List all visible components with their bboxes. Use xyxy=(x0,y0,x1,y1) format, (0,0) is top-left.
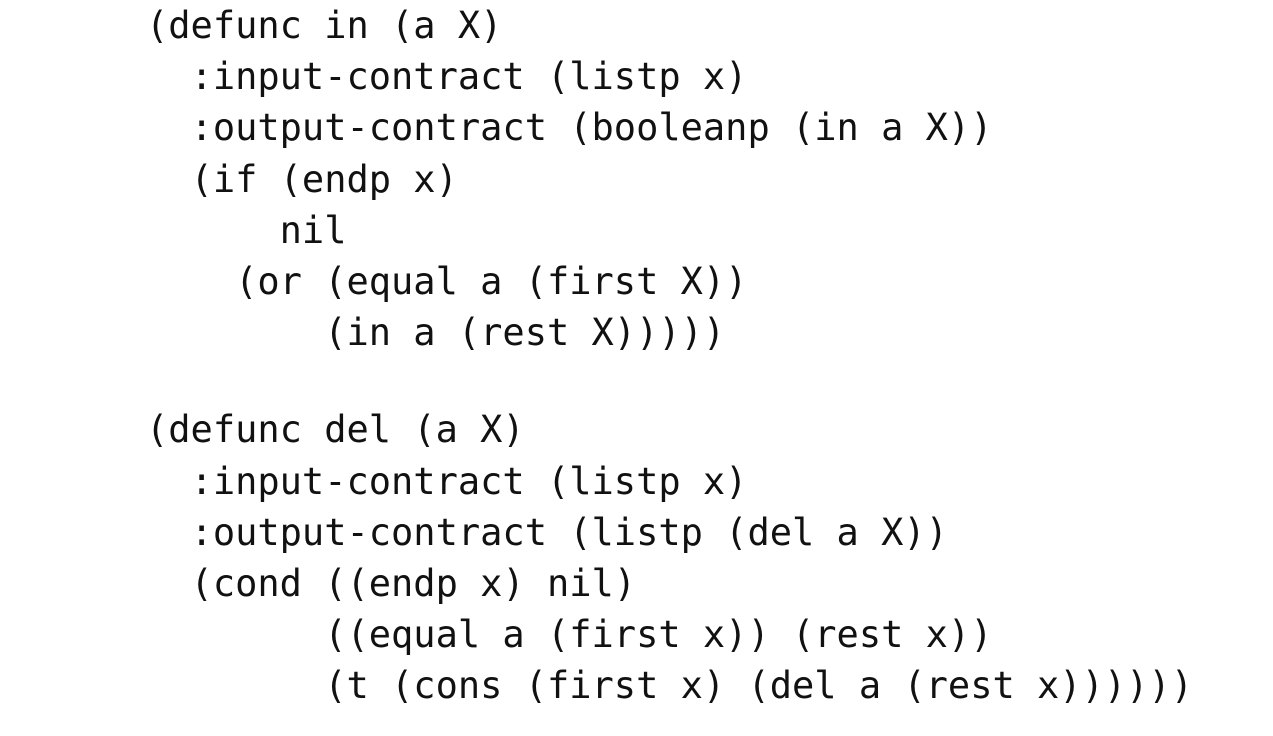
code-document: (defunc in (a X) :input-contract (listp … xyxy=(146,0,1256,736)
code-line: :output-contract (listp (del a X)) xyxy=(146,510,948,554)
code-line: :output-contract (booleanp (in a X)) xyxy=(146,106,993,150)
code-line: nil xyxy=(146,208,347,252)
code-line: (if (endp x) xyxy=(146,157,458,201)
code-line: ((equal a (first x)) (rest x)) xyxy=(146,613,993,657)
defunc-del-block: (defunc del (a X) :input-contract (listp… xyxy=(146,404,1256,711)
code-line: (defunc del (a X) xyxy=(146,408,525,452)
code-line: (defunc in (a X) xyxy=(146,4,503,47)
code-line: :input-contract (listp x) xyxy=(146,55,748,99)
code-line: (or (equal a (first X)) xyxy=(146,259,748,303)
code-line: (cond ((endp x) nil) xyxy=(146,561,637,605)
code-line: (in a (rest X))))) xyxy=(146,311,726,355)
code-line: :input-contract (listp x) xyxy=(146,459,748,503)
defunc-in-block: (defunc in (a X) :input-contract (listp … xyxy=(146,0,1256,358)
code-line: (t (cons (first x) (del a (rest x)))))) xyxy=(146,664,1193,708)
